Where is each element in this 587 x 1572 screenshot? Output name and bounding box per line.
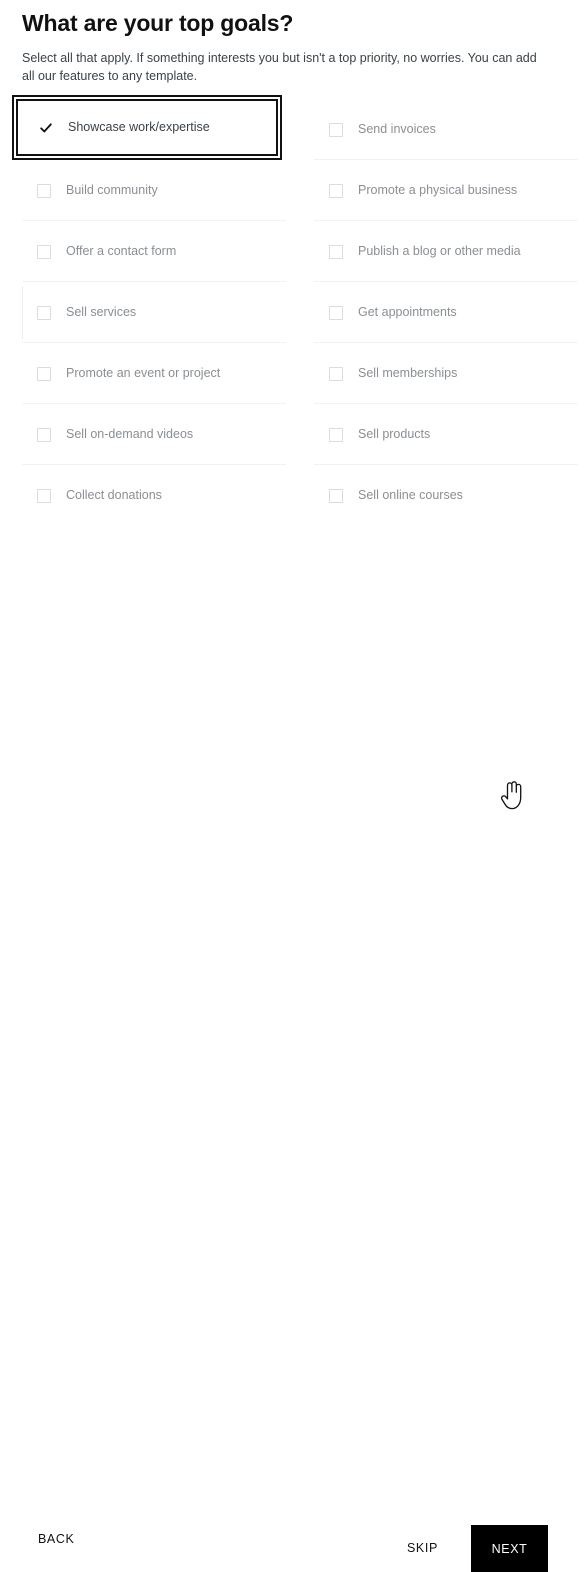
goals-grid: Showcase work/expertise Build community Of… (0, 95, 587, 526)
checkbox-unchecked-icon[interactable] (37, 427, 51, 442)
checkbox-unchecked-icon[interactable] (329, 183, 343, 198)
goal-option-right-5[interactable]: Sell products (308, 404, 580, 465)
checkbox-unchecked-icon[interactable] (329, 366, 343, 381)
goal-option-right-2[interactable]: Publish a blog or other media (308, 221, 580, 282)
goal-option-left-3[interactable]: Sell services (16, 282, 288, 343)
goal-option-left-6[interactable]: Collect donations (16, 465, 288, 526)
goal-label: Get appointments (358, 305, 457, 320)
goal-label: Sell memberships (358, 366, 458, 381)
header: What are your top goals? Select all that… (22, 10, 567, 85)
checkbox-unchecked-icon[interactable] (37, 488, 51, 503)
skip-button[interactable]: SKIP (407, 1541, 438, 1555)
goals-column-left: Showcase work/expertise Build community Of… (12, 95, 288, 526)
checkbox-unchecked-icon[interactable] (37, 244, 51, 259)
goal-label: Sell on-demand videos (66, 427, 194, 442)
back-button[interactable]: BACK (38, 1532, 74, 1546)
goal-option-right-0[interactable]: Send invoices (308, 99, 580, 160)
checkbox-unchecked-icon[interactable] (37, 366, 51, 381)
goal-label: Sell online courses (358, 488, 463, 503)
goal-option-left-5[interactable]: Sell on-demand videos (16, 404, 288, 465)
next-button[interactable]: NEXT (471, 1525, 548, 1572)
goal-label: Promote a physical business (358, 183, 518, 198)
footer-nav: BACK SKIP NEXT (0, 760, 587, 1572)
checkbox-unchecked-icon[interactable] (37, 305, 51, 320)
goal-label: Sell products (358, 427, 431, 442)
goal-option-right-4[interactable]: Sell memberships (308, 343, 580, 404)
checkbox-unchecked-icon[interactable] (37, 183, 51, 198)
goal-label: Build community (66, 183, 158, 198)
goal-option-left-4[interactable]: Promote an event or project (16, 343, 288, 404)
goal-option-left-1[interactable]: Build community (16, 160, 288, 221)
checkbox-unchecked-icon[interactable] (329, 244, 343, 259)
selected-goal-focus-ring[interactable]: Showcase work/expertise (12, 95, 282, 160)
page-title: What are your top goals? (22, 10, 294, 36)
goal-option-right-6[interactable]: Sell online courses (308, 465, 580, 526)
checkbox-unchecked-icon[interactable] (329, 122, 343, 137)
goal-label: Collect donations (66, 488, 162, 503)
goal-option-right-1[interactable]: Promote a physical business (308, 160, 580, 221)
goal-label: Offer a contact form (66, 244, 177, 259)
goal-label: Send invoices (358, 122, 436, 137)
onboarding-goals-screen: What are your top goals? Select all that… (0, 0, 587, 1572)
goal-label: Publish a blog or other media (358, 244, 521, 259)
goal-option-right-3[interactable]: Get appointments (308, 282, 580, 343)
goals-column-right: Send invoices Promote a physical business… (308, 99, 580, 526)
checkbox-unchecked-icon[interactable] (329, 488, 343, 503)
page-subtitle: Select all that apply. If something inte… (22, 50, 537, 83)
goal-label: Sell services (66, 305, 137, 320)
goal-option-left-0[interactable]: Showcase work/expertise (12, 95, 288, 160)
checkmark-icon (39, 121, 53, 135)
goal-label: Showcase work/expertise (68, 120, 210, 135)
goal-option-left-2[interactable]: Offer a contact form (16, 221, 288, 282)
checkbox-unchecked-icon[interactable] (329, 427, 343, 442)
goal-label: Promote an event or project (66, 366, 221, 381)
checkbox-unchecked-icon[interactable] (329, 305, 343, 320)
